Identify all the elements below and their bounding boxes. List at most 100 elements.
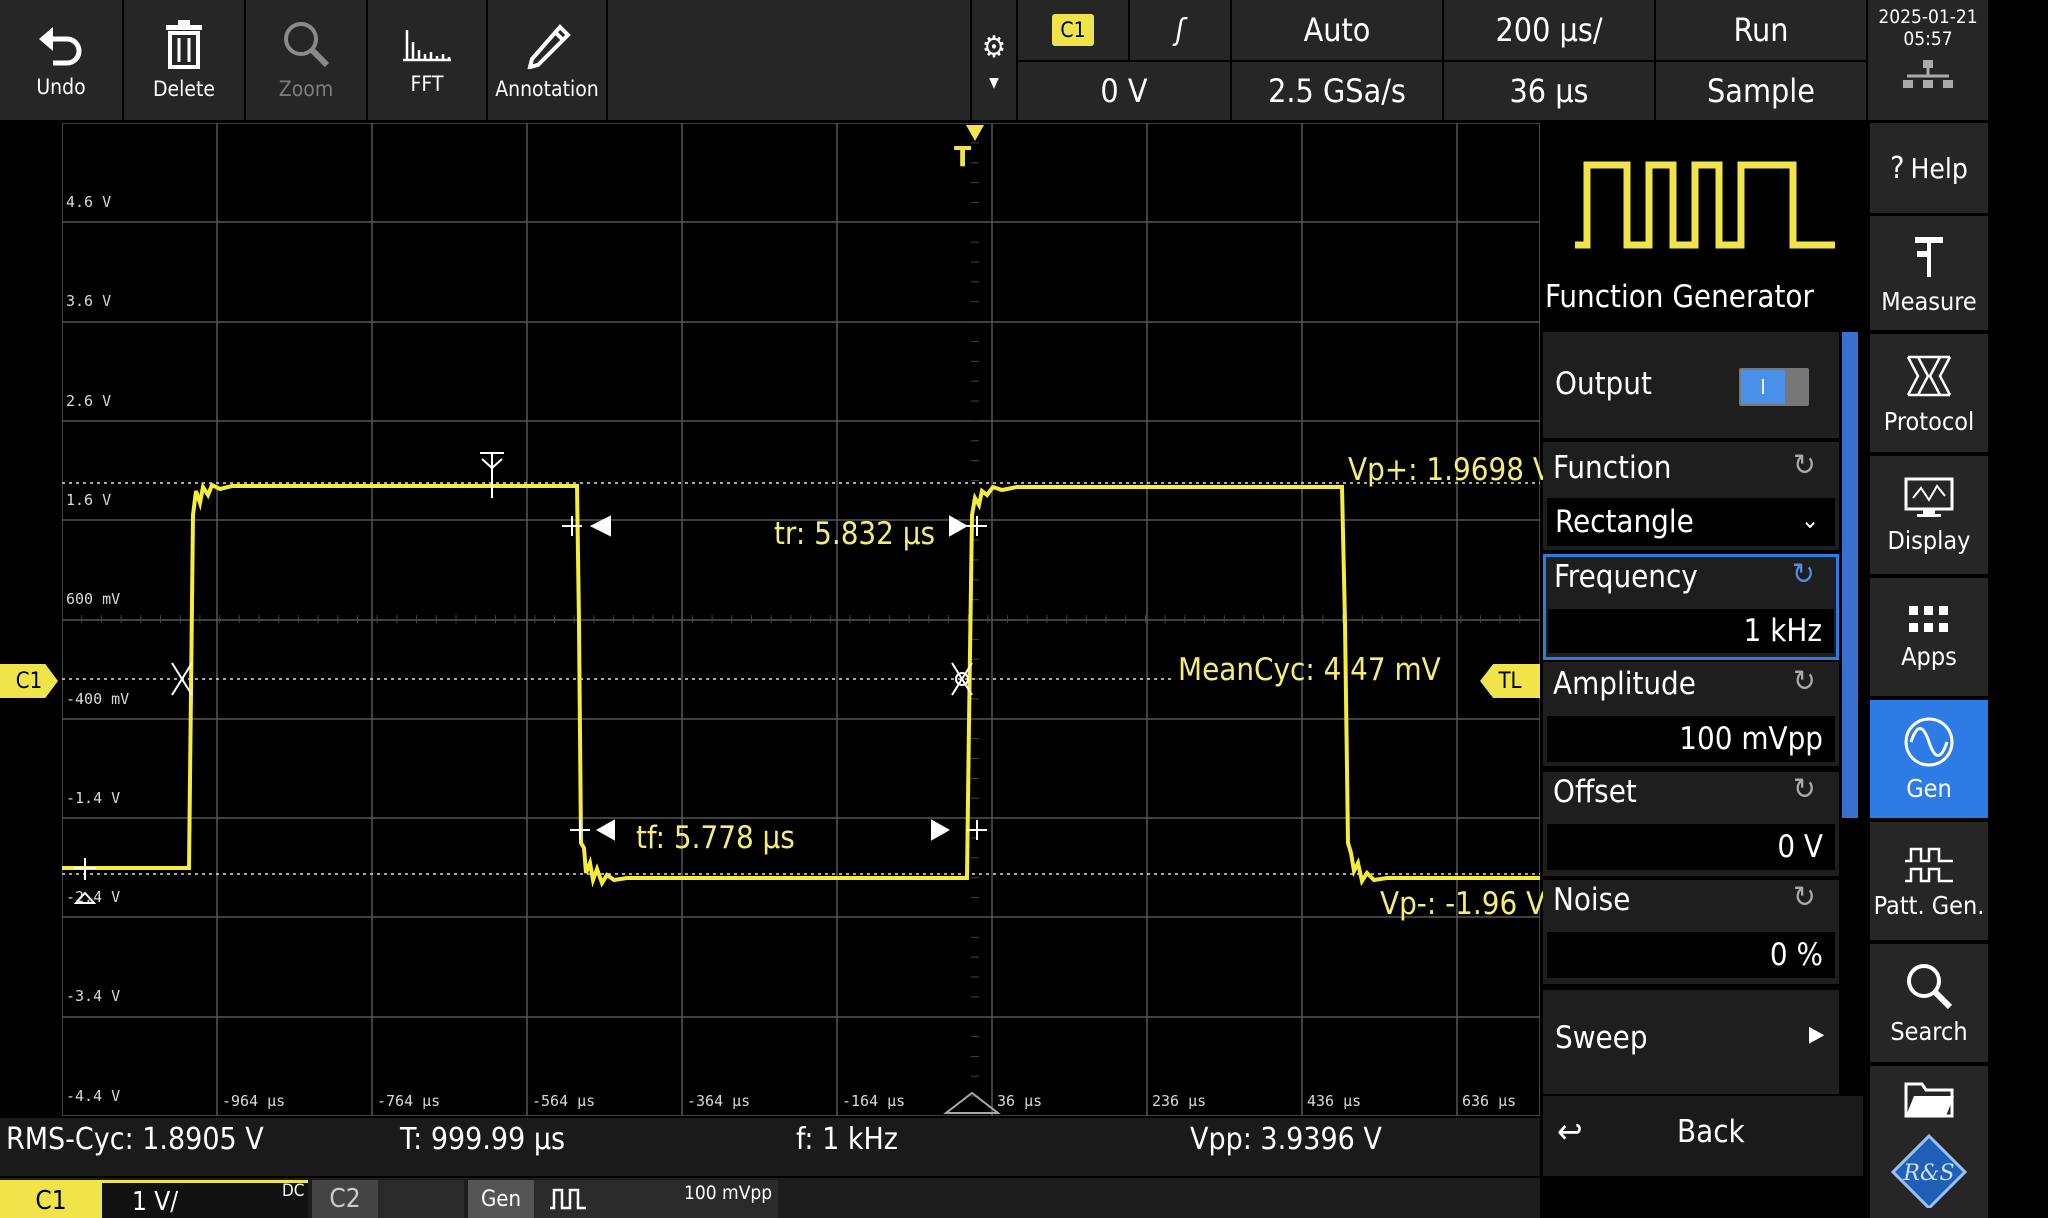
undo-button[interactable]: Undo [0,0,124,120]
noise-row[interactable]: Noise ↻ 0 % [1543,880,1839,984]
trigger-mode[interactable]: Auto [1232,0,1442,60]
trigger-level[interactable]: 0 V [1018,62,1230,120]
fall-time-readout: tf: 5.778 µs [636,820,795,856]
channel-1-tab[interactable]: C1 1 V/ DC [0,1180,308,1218]
protocol-button[interactable]: Protocol [1870,334,1988,452]
chevron-down-icon: ▼ [989,74,999,91]
settings-button[interactable]: ⚙ ▼ [972,0,1016,120]
output-label: Output [1555,366,1652,402]
clock-area: 2025-01-21 05:57 [1868,0,1988,120]
function-select[interactable]: Rectangle ⌄ [1547,498,1835,546]
gen-label: Gen [1906,773,1952,803]
x-tick-label: -564 µs [532,1092,596,1110]
x-tick-label: 36 µs [997,1092,1043,1110]
y-tick-label: 1.6 V [66,490,112,509]
trash-icon [166,20,202,69]
horizontal-position[interactable]: 36 µs [1444,62,1654,120]
undo-icon [39,27,82,66]
folder-icon [1904,1082,1954,1118]
sweep-label: Sweep [1555,1020,1648,1056]
zoom-label: Zoom [278,77,334,101]
apps-button[interactable]: Apps [1870,578,1988,696]
sine-wave-icon [1904,717,1954,766]
delete-button[interactable]: Delete [124,0,246,120]
function-generator-header: Function Generator [1543,123,1868,327]
y-tick-label: 3.6 V [66,292,112,311]
pencil-icon [527,24,571,69]
x-tick-label: -164 µs [842,1092,906,1110]
undo-label: Undo [36,75,86,99]
reset-icon[interactable]: ↻ [1793,664,1816,699]
vp-minus-readout: Vp-: -1.96 V [1380,886,1546,922]
gen-tab[interactable]: Gen 100 mVpp [468,1180,778,1218]
output-toggle[interactable]: I [1739,368,1809,406]
x-tick-label: 436 µs [1307,1092,1362,1110]
offset-input[interactable]: 0 V [1547,824,1835,870]
reset-icon[interactable]: ↻ [1793,772,1816,807]
reset-icon[interactable]: ↻ [1793,448,1816,483]
run-state[interactable]: Run [1656,0,1866,60]
back-button[interactable]: ↩ Back [1543,1096,1863,1176]
trigger-slope[interactable]: ʃ [1130,0,1230,60]
gen-tab-label: Gen [468,1180,534,1218]
y-tick-label: -1.4 V [66,788,121,807]
file-button[interactable]: R&S [1870,1066,1988,1218]
channel-badge: C1 [1052,14,1094,46]
measure-button[interactable]: Measure [1870,216,1988,330]
rising-edge-icon: ʃ [1175,12,1185,48]
fft-button[interactable]: FFT [368,0,488,120]
help-label: Help [1910,151,1968,185]
zoom-button[interactable]: Zoom [246,0,368,120]
y-tick-label: -4.4 V [66,1086,121,1105]
frequency-input[interactable]: 1 kHz [1548,609,1834,653]
amplitude-input[interactable]: 100 mVpp [1547,716,1835,762]
amplitude-label: Amplitude [1553,666,1696,702]
offset-row[interactable]: Offset ↻ 0 V [1543,772,1839,876]
gear-icon: ⚙ [981,29,1007,65]
reset-icon[interactable]: ↻ [1793,880,1816,915]
trigger-time-marker[interactable]: T [954,140,971,173]
network-icon [1903,60,1953,88]
noise-label: Noise [1553,882,1631,918]
annotation-button[interactable]: Annotation [488,0,608,120]
amplitude-row[interactable]: Amplitude ↻ 100 mVpp [1543,662,1839,766]
chevron-right-icon: ▶ [1809,1022,1825,1047]
y-tick-label: -2.4 V [66,888,121,907]
timebase[interactable]: 200 µs/ [1444,0,1654,60]
y-tick-label: -3.4 V [66,987,121,1006]
square-wave-icon [550,1188,586,1210]
waveform-grid[interactable] [62,123,1540,1116]
gen-tab-amplitude: 100 mVpp [684,1182,773,1204]
sample-rate[interactable]: 2.5 GSa/s [1232,62,1442,120]
vpp-readout[interactable]: Vpp: 3.9396 V [1190,1122,1382,1157]
gen-button[interactable]: Gen [1870,700,1988,818]
help-button[interactable]: ? Help [1870,123,1988,213]
function-row[interactable]: Function ↻ Rectangle ⌄ [1543,442,1839,550]
reset-icon[interactable]: ↻ [1792,557,1815,592]
monitor-icon [1904,477,1954,517]
vp-plus-readout: Vp+: 1.9698 V [1348,452,1552,488]
display-button[interactable]: Display [1870,456,1988,574]
output-row[interactable]: Output I [1543,332,1839,438]
caliper-icon [1915,236,1943,277]
x-tick-label: -964 µs [222,1092,286,1110]
pattern-gen-button[interactable]: Patt. Gen. [1870,822,1988,940]
patt-gen-label: Patt. Gen. [1873,890,1985,920]
noise-input[interactable]: 0 % [1547,932,1835,978]
period-readout[interactable]: T: 999.99 µs [400,1122,565,1157]
rms-readout[interactable]: RMS-Cyc: 1.8905 V [6,1122,264,1157]
trigger-source[interactable]: C1 [1018,0,1128,60]
function-label: Function [1553,450,1672,486]
time: 05:57 [1903,28,1953,50]
protocol-icon [1906,355,1952,396]
y-tick-label: 2.6 V [66,391,112,410]
panel-scrollbar[interactable] [1842,332,1858,818]
frequency-readout[interactable]: f: 1 kHz [796,1122,898,1157]
frequency-row[interactable]: Frequency ↻ 1 kHz [1543,554,1839,660]
search-button[interactable]: Search [1870,944,1988,1062]
channel-2-tab[interactable]: C2 [312,1180,464,1218]
x-tick-label: -764 µs [377,1092,441,1110]
right-margin [1988,0,2048,1218]
acquisition-mode[interactable]: Sample [1656,62,1866,120]
sweep-row[interactable]: Sweep ▶ [1543,990,1839,1094]
